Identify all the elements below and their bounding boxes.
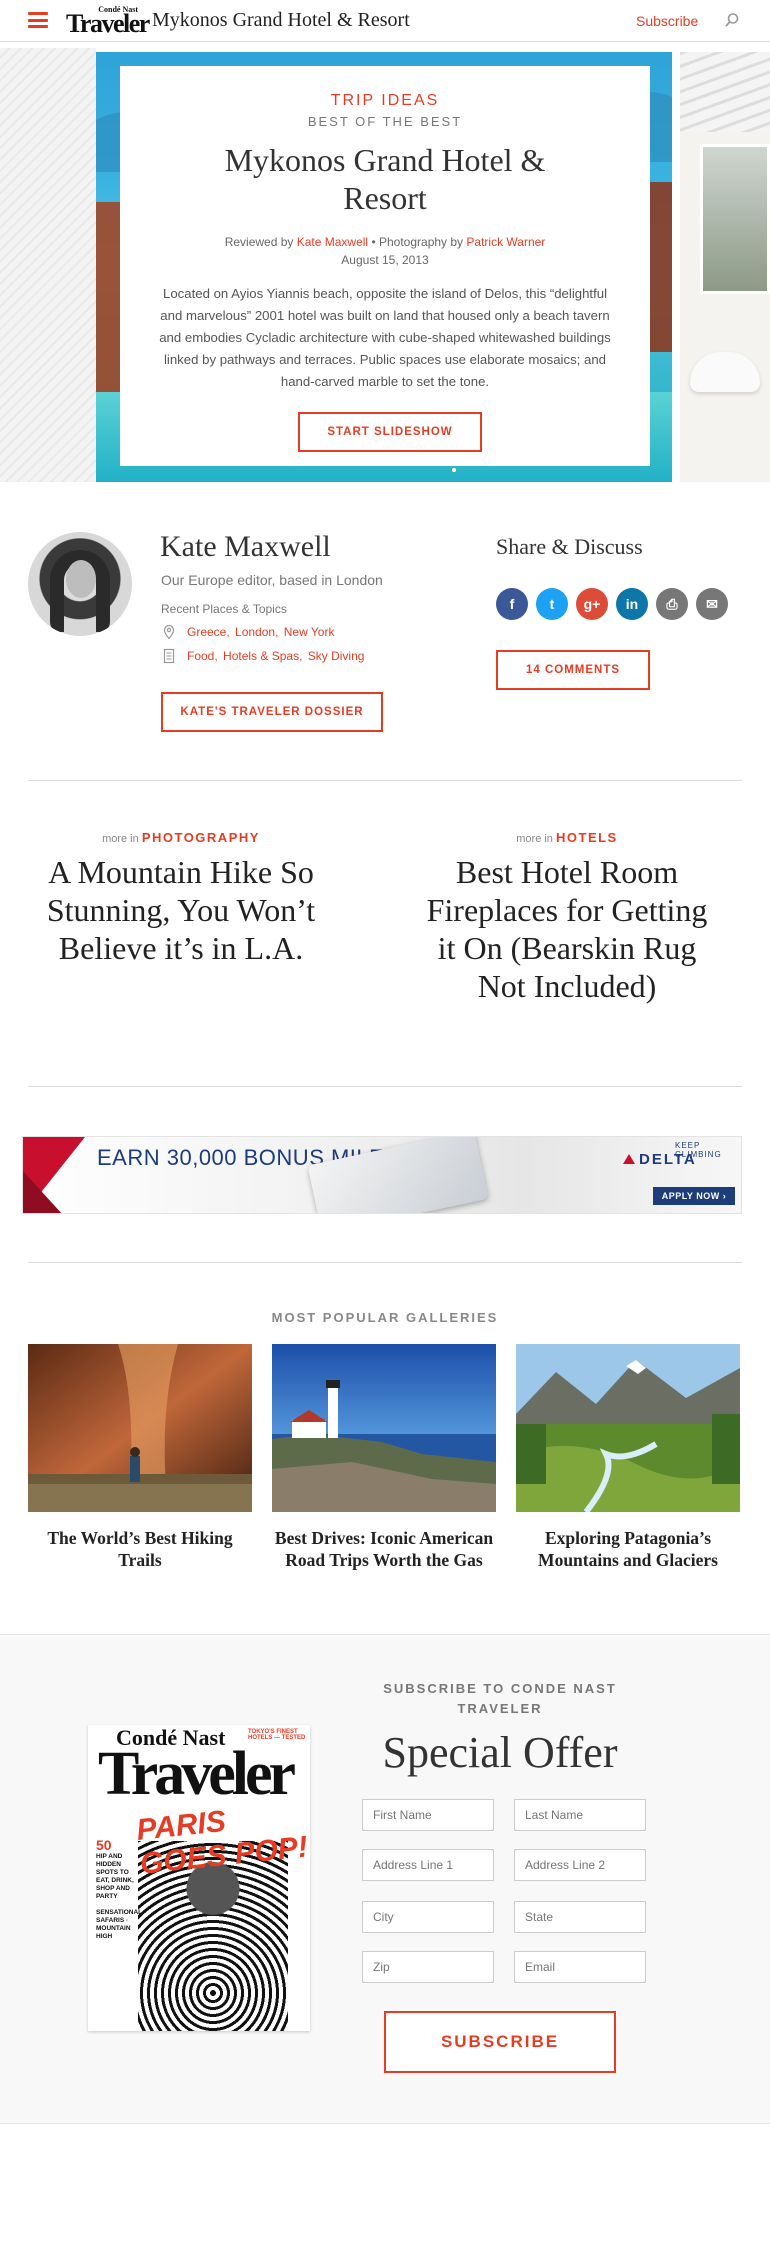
document-icon — [163, 648, 175, 664]
gallery-caption[interactable]: Best Drives: Iconic American Road Trips … — [272, 1527, 496, 1571]
more-in-text: more in — [102, 833, 139, 845]
hero-next-image[interactable] — [680, 52, 770, 482]
address-line-2-field[interactable] — [514, 1849, 646, 1881]
share-icons: f t g+ in ⎙ ✉ — [496, 588, 736, 620]
cover-tag: TOKYO'S FINEST HOTELS — TESTED — [248, 1729, 306, 1741]
hero-category[interactable]: TRIP IDEAS — [120, 92, 650, 110]
hero-kicker: BEST OF THE BEST — [307, 114, 463, 129]
photographer-link[interactable]: Patrick Warner — [466, 235, 545, 249]
print-icon[interactable]: ⎙ — [656, 588, 688, 620]
address-line-1-field[interactable] — [362, 1849, 494, 1881]
cover-sidebar: 50 HIP AND HIDDEN SPOTS TO EAT, DRINK, S… — [96, 1838, 142, 1941]
place-link-greece[interactable]: Greece, — [187, 625, 230, 639]
linkedin-icon[interactable]: in — [616, 588, 648, 620]
first-name-field[interactable] — [362, 1799, 494, 1831]
facebook-icon[interactable]: f — [496, 588, 528, 620]
divider — [28, 1086, 742, 1087]
start-slideshow-button[interactable]: START SLIDESHOW — [298, 412, 482, 452]
hamburger-icon[interactable] — [28, 12, 48, 28]
email-icon[interactable]: ✉ — [696, 588, 728, 620]
photography-label: • Photography by — [371, 235, 464, 249]
last-name-field[interactable] — [514, 1799, 646, 1831]
share-title: Share & Discuss — [496, 534, 643, 559]
gallery-caption[interactable]: The World’s Best Hiking Trails — [28, 1527, 252, 1571]
more-articles: more in PHOTOGRAPHY A Mountain Hike So S… — [0, 810, 770, 1070]
divider — [28, 1262, 742, 1263]
topic-link-sky-diving[interactable]: Sky Diving — [308, 649, 365, 663]
author-topics: Food, Hotels & Spas, Sky Diving — [161, 648, 366, 664]
city-field[interactable] — [362, 1901, 494, 1933]
hero-card: TRIP IDEAS BEST OF THE BEST Mykonos Gran… — [120, 66, 650, 466]
section-link[interactable]: PHOTOGRAPHY — [142, 830, 260, 845]
cover-side-more: SENSATIONAL SAFARIS · MOUNTAIN HIGH — [96, 1909, 142, 1940]
delta-triangle-icon — [623, 1154, 635, 1164]
article-title[interactable]: A Mountain Hike So Stunning, You Won’t B… — [36, 853, 326, 967]
gallery-card[interactable]: Best Drives: Iconic American Road Trips … — [272, 1344, 496, 1571]
galleries-heading: MOST POPULAR GALLERIES — [271, 1310, 499, 1325]
state-field[interactable] — [514, 1901, 646, 1933]
more-article-photography[interactable]: more in PHOTOGRAPHY A Mountain Hike So S… — [36, 830, 326, 967]
article-title[interactable]: Best Hotel Room Fireplaces for Getting i… — [422, 853, 712, 1005]
hero-slideshow: TRIP IDEAS BEST OF THE BEST Mykonos Gran… — [0, 48, 770, 482]
reviewed-by-label: Reviewed by — [224, 235, 294, 249]
divider — [28, 780, 742, 781]
zip-field[interactable] — [362, 1951, 494, 1983]
topic-link-hotels-spas[interactable]: Hotels & Spas, — [223, 649, 302, 663]
publish-date: August 15, 2013 — [341, 253, 429, 267]
twitter-icon[interactable]: t — [536, 588, 568, 620]
email-field[interactable] — [514, 1951, 646, 1983]
search-icon[interactable] — [724, 12, 740, 28]
hero-description: Located on Ayios Yiannis beach, opposite… — [159, 286, 611, 389]
cover-side-text: HIP AND HIDDEN SPOTS TO EAT, DRINK, SHOP… — [96, 1853, 134, 1900]
reviewer-link[interactable]: Kate Maxwell — [297, 235, 368, 249]
gallery-image-canyon[interactable] — [28, 1344, 252, 1512]
cover-traveler: Traveler — [98, 1740, 296, 1808]
magazine-cover[interactable]: Condé Nast Traveler TOKYO'S FINEST HOTEL… — [88, 1725, 310, 2031]
more-article-hotels[interactable]: more in HOTELS Best Hotel Room Fireplace… — [422, 830, 712, 1005]
delta-logo: DELTA — [623, 1151, 697, 1168]
special-offer-title: Special Offer — [382, 1728, 618, 1777]
hero-title: Mykonos Grand Hotel & Resort — [224, 142, 546, 216]
logo-traveler: Traveler — [66, 9, 150, 38]
location-pin-icon — [163, 624, 175, 640]
site-header: Condé Nast Traveler Mykonos Grand Hotel … — [0, 0, 770, 42]
gallery-image-lighthouse[interactable] — [272, 1344, 496, 1512]
hero-prev-image[interactable] — [0, 48, 96, 482]
site-logo[interactable]: Condé Nast Traveler — [66, 5, 150, 37]
apply-now-button[interactable]: APPLY NOW › — [653, 1187, 735, 1205]
subscribe-button[interactable]: SUBSCRIBE — [384, 2011, 616, 2073]
place-link-london[interactable]: London, — [235, 625, 278, 639]
delta-ad-banner[interactable]: EARN 30,000 BONUS MILES. KEEP CLIMBING D… — [22, 1136, 742, 1214]
subscribe-link[interactable]: Subscribe — [636, 13, 698, 29]
delta-brand: DELTA — [639, 1151, 697, 1168]
more-in-text: more in — [516, 833, 553, 845]
author-avatar[interactable] — [28, 532, 132, 636]
comments-button[interactable]: 14 COMMENTS — [496, 650, 650, 690]
subscribe-section: Condé Nast Traveler TOKYO'S FINEST HOTEL… — [0, 1634, 770, 2124]
traveler-dossier-button[interactable]: KATE'S TRAVELER DOSSIER — [161, 692, 383, 732]
gallery-caption[interactable]: Exploring Patagonia’s Mountains and Glac… — [516, 1527, 740, 1571]
gallery-image-patagonia[interactable] — [516, 1344, 740, 1514]
more-in-label: more in HOTELS — [422, 830, 712, 845]
google-plus-icon[interactable]: g+ — [576, 588, 608, 620]
author-name[interactable]: Kate Maxwell — [160, 530, 331, 564]
gallery-card[interactable]: The World’s Best Hiking Trails — [28, 1344, 252, 1571]
recent-places-label: Recent Places & Topics — [161, 602, 287, 616]
subscribe-kicker: SUBSCRIBE TO CONDE NAST TRAVELER — [383, 1681, 617, 1716]
gallery-card[interactable]: Exploring Patagonia’s Mountains and Glac… — [516, 1344, 740, 1571]
hero-byline: Reviewed by Kate Maxwell • Photography b… — [120, 235, 650, 249]
section-link[interactable]: HOTELS — [556, 830, 618, 845]
topic-link-food[interactable]: Food, — [187, 649, 218, 663]
cover-number: 50 — [96, 1837, 112, 1853]
author-role: Our Europe editor, based in London — [161, 572, 383, 588]
place-link-new-york[interactable]: New York — [284, 625, 335, 639]
page-title: Mykonos Grand Hotel & Resort — [152, 9, 410, 31]
author-section: Kate Maxwell Our Europe editor, based in… — [0, 482, 770, 782]
author-places: Greece, London, New York — [161, 624, 336, 640]
slide-indicator[interactable] — [452, 468, 456, 472]
more-in-label: more in PHOTOGRAPHY — [36, 830, 326, 845]
